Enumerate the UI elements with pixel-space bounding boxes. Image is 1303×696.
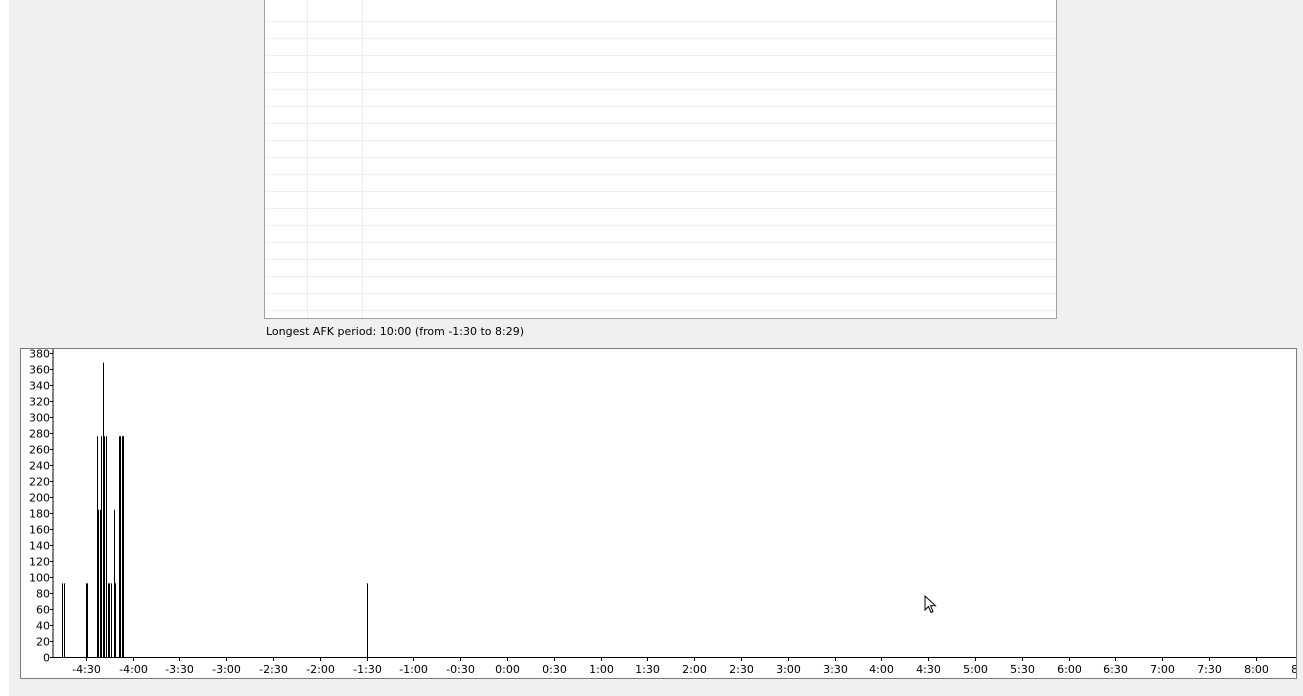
- y-tick-label: 40: [36, 620, 50, 633]
- x-tick-label: -2:30: [259, 663, 288, 676]
- y-tick-label: 320: [29, 396, 50, 409]
- x-tick-label: 1:30: [635, 663, 660, 676]
- x-tick-label: 3:00: [776, 663, 801, 676]
- column-divider[interactable]: [362, 0, 363, 318]
- x-tick-label: 2:30: [729, 663, 754, 676]
- x-tick-label: 8:30: [1291, 663, 1296, 676]
- list-row[interactable]: [265, 140, 1056, 141]
- y-tick-label: 180: [29, 508, 50, 521]
- y-tick-label: 140: [29, 540, 50, 553]
- x-tick-label: 8:00: [1244, 663, 1269, 676]
- x-tick-label: -3:30: [165, 663, 194, 676]
- x-tick-label: -0:30: [446, 663, 475, 676]
- list-row[interactable]: [265, 310, 1056, 311]
- y-tick-label: 240: [29, 460, 50, 473]
- list-row[interactable]: [265, 276, 1056, 277]
- y-tick-label: 60: [36, 604, 50, 617]
- list-row[interactable]: [265, 174, 1056, 175]
- x-tick-label: -1:30: [353, 663, 382, 676]
- column-divider[interactable]: [307, 0, 308, 318]
- x-tick-label: 4:00: [869, 663, 894, 676]
- x-tick-label: 3:30: [823, 663, 848, 676]
- activity-chart: 0 20 40 60 80 100 120 140 160 180 200 220 240 260 280 3…: [20, 348, 1297, 679]
- y-tick-label: 120: [29, 556, 50, 569]
- mouse-cursor-icon: [924, 595, 937, 614]
- y-tick-label: 80: [36, 588, 50, 601]
- y-tick-label: 360: [29, 364, 50, 377]
- x-tick-label: 0:00: [495, 663, 520, 676]
- list-row[interactable]: [265, 55, 1056, 56]
- list-row[interactable]: [265, 106, 1056, 107]
- x-tick-label: -1:00: [399, 663, 428, 676]
- x-tick-label: -4:30: [72, 663, 101, 676]
- x-tick-label: 5:30: [1010, 663, 1035, 676]
- x-tick-label: 7:00: [1150, 663, 1175, 676]
- x-tick-label: 0:30: [542, 663, 567, 676]
- x-tick-label: 6:00: [1057, 663, 1082, 676]
- list-row[interactable]: [265, 293, 1056, 294]
- x-tick-label: 4:30: [916, 663, 941, 676]
- list-row[interactable]: [265, 225, 1056, 226]
- list-row[interactable]: [265, 72, 1056, 73]
- y-tick-label: 280: [29, 428, 50, 441]
- y-tick-label: 160: [29, 524, 50, 537]
- y-tick-label: 340: [29, 380, 50, 393]
- y-tick-label: 20: [36, 636, 50, 649]
- y-tick-label: 0: [43, 652, 50, 665]
- list-row[interactable]: [265, 259, 1056, 260]
- x-tick-label: 1:00: [589, 663, 614, 676]
- x-tick-label: 6:30: [1103, 663, 1128, 676]
- longest-afk-status: Longest AFK period: 10:00 (from -1:30 to…: [266, 325, 525, 338]
- list-row[interactable]: [265, 208, 1056, 209]
- x-tick-label: 7:30: [1197, 663, 1222, 676]
- x-tick-label: -3:00: [212, 663, 241, 676]
- y-tick-label: 220: [29, 476, 50, 489]
- activity-chart-svg: 0 20 40 60 80 100 120 140 160 180 200 220 240 260 280 3…: [29, 349, 1296, 676]
- afk-periods-list[interactable]: [264, 0, 1057, 319]
- list-row[interactable]: [265, 242, 1056, 243]
- x-tick-label: -4:00: [119, 663, 148, 676]
- y-tick-label: 260: [29, 444, 50, 457]
- list-row[interactable]: [265, 38, 1056, 39]
- y-tick-label: 380: [29, 349, 50, 361]
- x-tick-label: -2:00: [306, 663, 335, 676]
- x-tick-label: 2:00: [682, 663, 707, 676]
- list-row[interactable]: [265, 89, 1056, 90]
- x-tick-label: 5:00: [963, 663, 988, 676]
- y-tick-label: 300: [29, 412, 50, 425]
- list-row[interactable]: [265, 21, 1056, 22]
- y-tick-label: 200: [29, 492, 50, 505]
- list-row[interactable]: [265, 157, 1056, 158]
- list-row[interactable]: [265, 191, 1056, 192]
- y-tick-label: 100: [29, 572, 50, 585]
- list-row[interactable]: [265, 123, 1056, 124]
